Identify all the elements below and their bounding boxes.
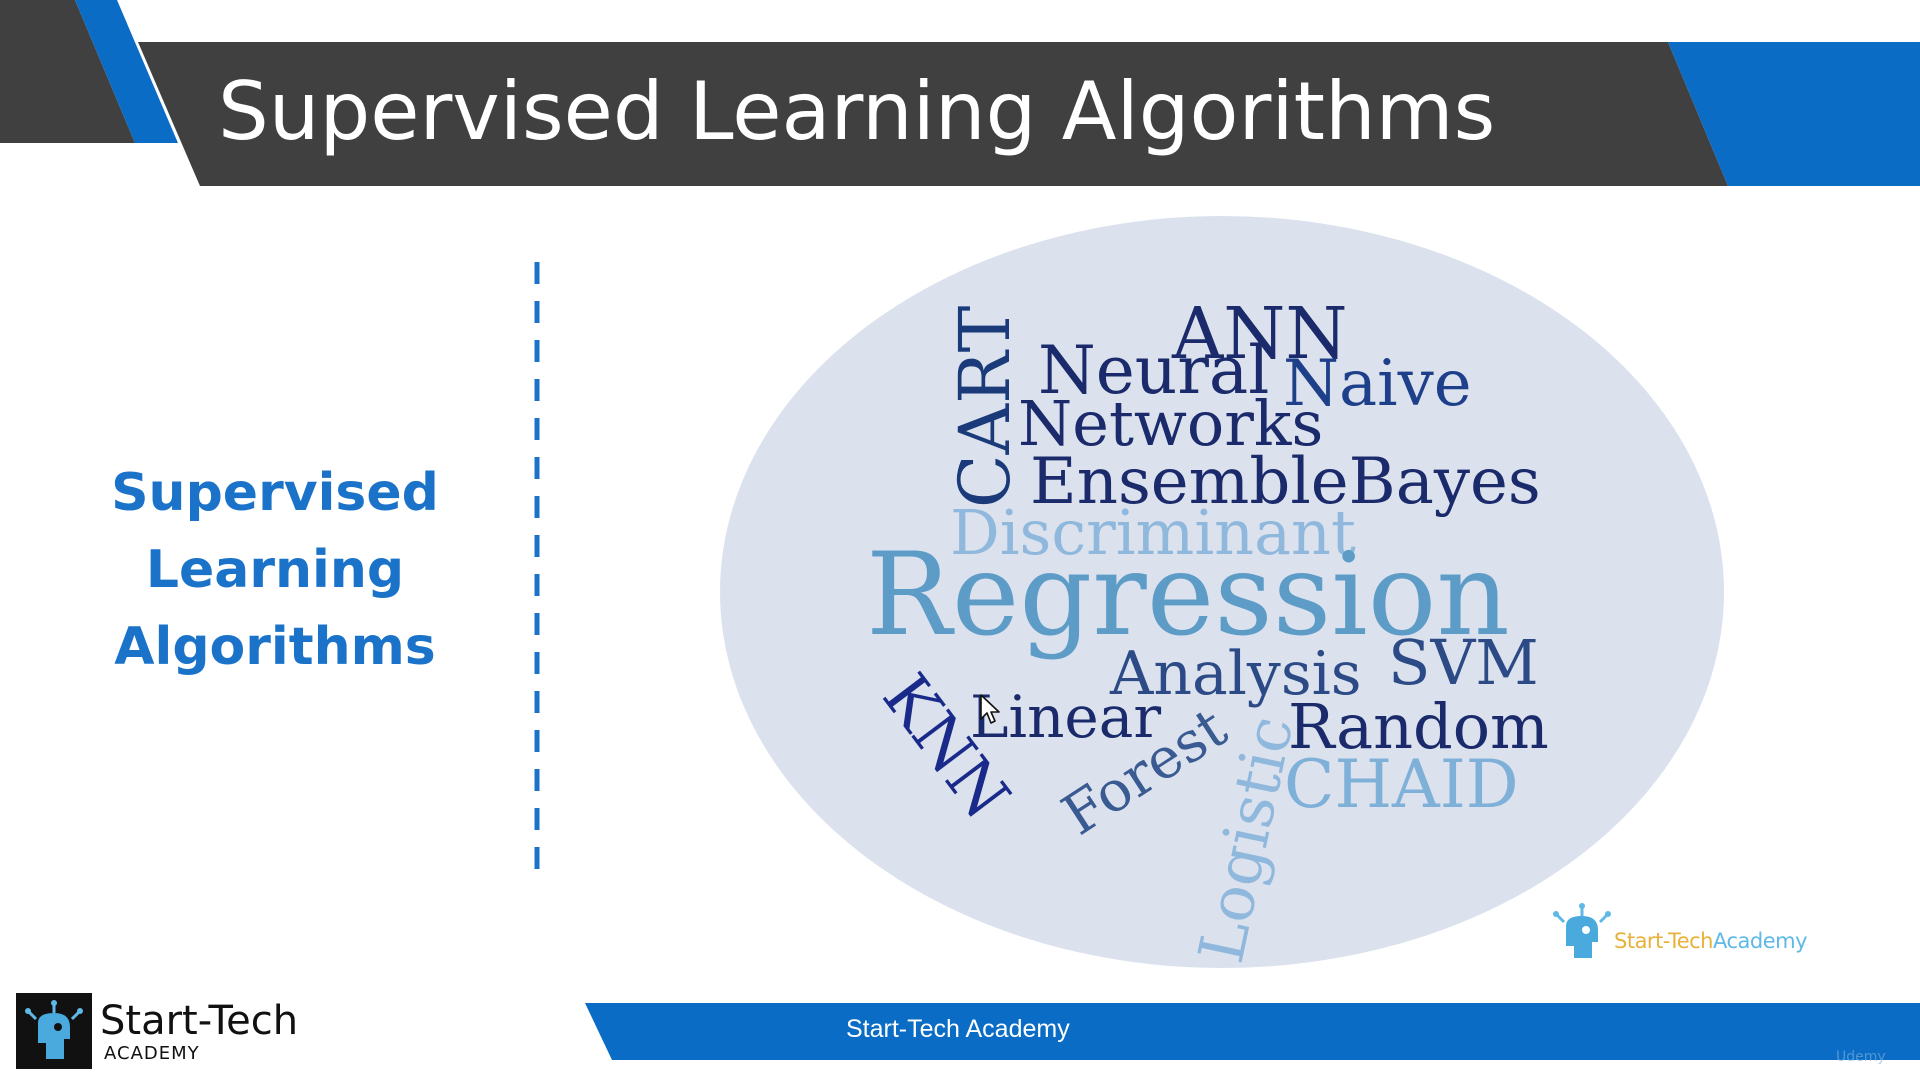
section-heading-line-1: Supervised <box>111 463 439 523</box>
udemy-watermark: Udemy <box>1836 1049 1886 1065</box>
word-svm: SVM <box>1388 626 1539 699</box>
cloud-logo-text: Start-TechAcademy <box>1614 929 1808 953</box>
footer-text: Start-Tech Academy <box>846 1015 1070 1043</box>
word-cart: CART <box>944 305 1026 508</box>
brand-logo-icon <box>16 993 92 1069</box>
footer-band <box>585 1003 1920 1060</box>
brand-name-text: Start-Tech <box>100 998 299 1044</box>
brand-subtitle: ACADEMY <box>104 1043 200 1064</box>
robot-head-icon <box>1553 903 1611 958</box>
word-chaid: CHAID <box>1284 746 1519 823</box>
cloud-logo-text-part2: Academy <box>1713 929 1808 953</box>
slide-title: Supervised Learning Algorithms <box>218 65 1496 158</box>
section-heading: Supervised Learning Algorithms <box>80 455 470 686</box>
brand-name: Start-Tech ACADEMY <box>100 998 298 1064</box>
section-heading-line-2: Learning <box>145 540 405 600</box>
slide: Supervised Learning Algorithms Supervise… <box>0 0 1920 1080</box>
cloud-logo-text-part1: Start-Tech <box>1614 929 1714 953</box>
section-heading-line-3: Algorithms <box>114 617 436 677</box>
mouse-pointer-icon <box>980 694 1000 724</box>
